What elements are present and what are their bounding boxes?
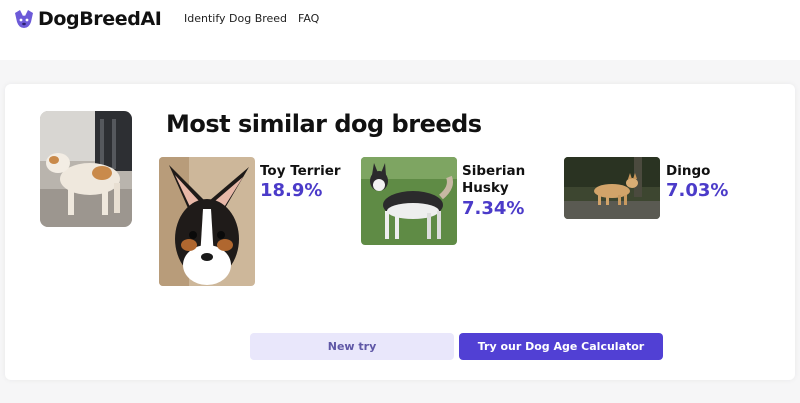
toy-terrier-photo [159,157,255,286]
top-navigation-bar: DogBreedAI Identify Dog Breed FAQ [0,0,800,60]
brand-name: DogBreedAI [38,8,162,30]
breed-percent-siberian-husky: 7.34% [462,198,525,219]
brand-logo[interactable]: DogBreedAI [12,8,162,30]
nav-identify-dog-breed[interactable]: Identify Dog Breed [184,12,287,25]
siberian-husky-photo [361,157,457,245]
breed-name-dingo: Dingo [666,163,711,179]
nav-faq[interactable]: FAQ [298,12,319,25]
breed-percent-dingo: 7.03% [666,180,729,201]
breed-name-siberian-husky: Siberian Husky [462,163,526,196]
new-try-button[interactable]: New try [250,333,454,360]
uploaded-dog-photo [40,111,132,227]
dog-face-icon [15,10,33,28]
breed-percent-toy-terrier: 18.9% [260,180,323,201]
dingo-photo [564,157,660,219]
dog-age-calculator-button[interactable]: Try our Dog Age Calculator [459,333,663,360]
breed-name-toy-terrier: Toy Terrier [260,163,341,179]
results-title: Most similar dog breeds [166,110,482,138]
